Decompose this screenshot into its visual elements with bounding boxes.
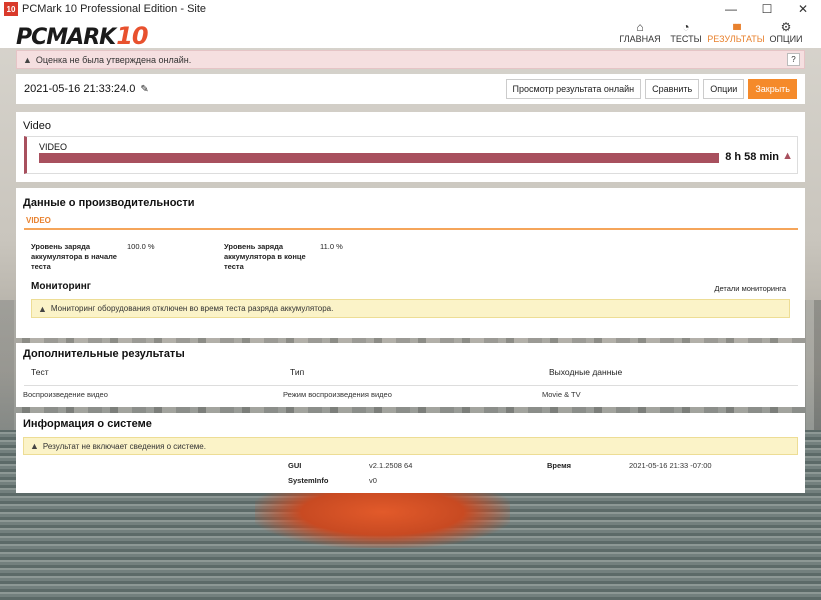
video-score-bar xyxy=(39,153,719,163)
nav-results[interactable]: ▮▮▮ РЕЗУЛЬТАТЫ xyxy=(707,20,764,44)
nav-home-label: ГЛАВНАЯ xyxy=(619,34,661,44)
score-warning-icon: ▲ xyxy=(782,150,793,162)
nav-options[interactable]: ⚙ ОПЦИИ xyxy=(765,20,807,44)
gauge-icon: ◔ xyxy=(682,20,690,34)
video-score-card: VIDEO 8 h 58 min ▲ xyxy=(24,136,798,174)
battery-end-label: Уровень заряда аккумулятора в конце тест… xyxy=(224,242,306,271)
validation-warning-text: Оценка не была утверждена онлайн. xyxy=(35,54,192,65)
result-actions: Просмотр результата онлайн Сравнить Опци… xyxy=(505,79,797,99)
nav-options-label: ОПЦИИ xyxy=(769,34,803,44)
tab-video[interactable]: VIDEO xyxy=(26,216,51,225)
monitoring-warning: ▲ Мониторинг оборудования отключен во вр… xyxy=(31,299,790,318)
edit-pencil-icon[interactable]: ✎ xyxy=(140,84,148,95)
battery-start-value: 100.0 % xyxy=(127,242,155,251)
system-info-warning: ▲ Результат не включает сведения о систе… xyxy=(23,437,798,455)
gui-value: v2.1.2508 64 xyxy=(369,461,413,470)
window-titlebar: 10 PCMark 10 Professional Edition - Site… xyxy=(0,0,821,18)
compare-button[interactable]: Сравнить xyxy=(645,79,700,99)
app-header: PCMARK10 ⌂ ГЛАВНАЯ ◔ ТЕСТЫ ▮▮▮ РЕЗУЛЬТАТ… xyxy=(0,18,821,50)
view-online-button[interactable]: Просмотр результата онлайн xyxy=(505,79,642,99)
maximize-button[interactable]: ☐ xyxy=(749,0,785,18)
nav-tests-label: ТЕСТЫ xyxy=(670,34,702,44)
performance-panel: Данные о производительности VIDEO Уровен… xyxy=(16,188,805,338)
nav-home[interactable]: ⌂ ГЛАВНАЯ xyxy=(619,20,661,44)
monitoring-warning-text: Мониторинг оборудования отключен во врем… xyxy=(50,304,334,313)
time-label: Время xyxy=(547,461,571,470)
window-title: PCMark 10 Professional Edition - Site xyxy=(22,3,207,15)
systeminfo-value: v0 xyxy=(369,476,377,485)
systeminfo-label: SystemInfo xyxy=(288,476,329,485)
gui-label: GUI xyxy=(288,461,302,470)
result-date: 2021-05-16 21:33:24.0 xyxy=(24,83,136,95)
video-score: 8 h 58 min xyxy=(725,151,779,163)
result-header: 2021-05-16 21:33:24.0 ✎ Просмотр результ… xyxy=(16,74,805,104)
close-window-button[interactable]: ✕ xyxy=(785,0,821,18)
additional-results-panel: Дополнительные результаты Тест Тип Выход… xyxy=(16,343,805,407)
pcmark-logo: PCMARK10 xyxy=(16,22,149,50)
cell-test: Воспроизведение видео xyxy=(23,390,108,399)
monitoring-title: Мониторинг xyxy=(31,281,91,292)
bar-chart-icon: ▮▮▮ xyxy=(732,22,741,31)
additional-results-title: Дополнительные результаты xyxy=(23,348,185,360)
monitoring-details-link[interactable]: Детали мониторинга xyxy=(714,284,786,293)
window-controls: — ☐ ✕ xyxy=(713,0,821,18)
battery-start-label: Уровень заряда аккумулятора в начале тес… xyxy=(31,242,117,271)
nav-tests[interactable]: ◔ ТЕСТЫ xyxy=(665,20,707,44)
performance-title: Данные о производительности xyxy=(23,197,195,209)
tab-underline xyxy=(24,228,798,230)
home-icon: ⌂ xyxy=(636,20,644,34)
col-header-test: Тест xyxy=(31,367,49,377)
gear-icon: ⚙ xyxy=(780,20,792,34)
main-nav: ⌂ ГЛАВНАЯ ◔ ТЕСТЫ ▮▮▮ РЕЗУЛЬТАТЫ ⚙ ОПЦИИ xyxy=(619,20,807,44)
options-button[interactable]: Опции xyxy=(703,79,745,99)
warning-icon: ▲ xyxy=(23,54,32,65)
col-header-output: Выходные данные xyxy=(549,367,623,377)
col-header-type: Тип xyxy=(290,367,305,377)
system-info-warning-text: Результат не включает сведения о системе… xyxy=(42,441,206,451)
video-title: Video xyxy=(23,120,51,132)
system-info-title: Информация о системе xyxy=(23,418,152,430)
video-panel: Video VIDEO 8 h 58 min ▲ xyxy=(16,112,805,182)
close-button[interactable]: Закрыть xyxy=(748,79,797,99)
battery-end-value: 11.0 % xyxy=(320,242,343,251)
time-value: 2021-05-16 21:33 -07:00 xyxy=(629,461,712,470)
cell-type: Режим воспроизведения видео xyxy=(283,390,392,399)
warning-icon: ▲ xyxy=(30,441,39,451)
system-info-panel: Информация о системе ▲ Результат не вклю… xyxy=(16,413,805,493)
help-button[interactable]: ? xyxy=(787,53,800,66)
table-divider xyxy=(24,385,798,386)
nav-results-label: РЕЗУЛЬТАТЫ xyxy=(707,34,765,44)
video-label: VIDEO xyxy=(39,142,68,152)
validation-warning-banner: ▲ Оценка не была утверждена онлайн. ? xyxy=(16,50,805,69)
background-boat xyxy=(255,488,510,548)
warning-icon: ▲ xyxy=(38,303,47,314)
cell-output: Movie & TV xyxy=(542,390,581,399)
minimize-button[interactable]: — xyxy=(713,0,749,18)
app-logo-icon: 10 xyxy=(4,2,18,16)
